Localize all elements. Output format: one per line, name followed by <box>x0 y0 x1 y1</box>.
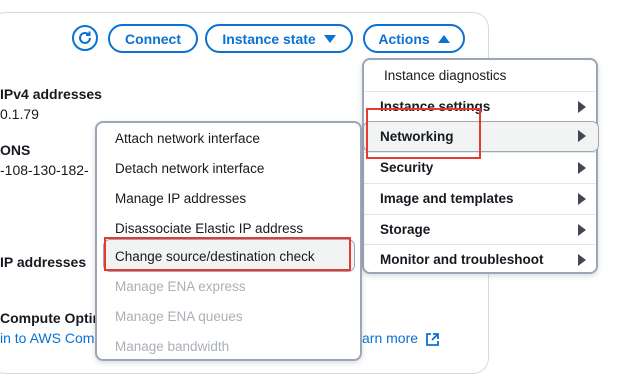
learn-more-label: arn more <box>362 330 419 346</box>
instance-state-button[interactable]: Instance state <box>205 24 353 53</box>
chevron-right-icon <box>578 192 586 205</box>
chevron-right-icon <box>578 130 586 142</box>
menu-item-image-templates[interactable]: Image and templates <box>364 183 596 213</box>
chevron-right-icon <box>578 100 586 113</box>
actions-dropdown-menu: Instance diagnostics Instance settings N… <box>362 58 599 274</box>
menu-item-security[interactable]: Security <box>364 152 596 182</box>
menu-item-label: Monitor and troubleshoot <box>380 252 544 267</box>
dns-value: -108-130-182- <box>0 162 89 178</box>
connect-button[interactable]: Connect <box>108 24 198 53</box>
refresh-button[interactable] <box>72 25 98 51</box>
submenu-item-change-source-destination-check[interactable]: Change source/destination check <box>97 241 360 271</box>
connect-label: Connect <box>125 30 181 47</box>
instance-toolbar: Connect Instance state Actions <box>0 24 617 56</box>
submenu-item-label: Disassociate Elastic IP address <box>115 220 304 236</box>
ip-addresses-heading: IP addresses <box>0 254 87 270</box>
menu-item-storage[interactable]: Storage <box>364 214 596 244</box>
chevron-right-icon <box>578 253 586 266</box>
menu-item-label: Storage <box>380 222 431 237</box>
menu-item-label: Networking <box>380 128 454 144</box>
chevron-right-icon <box>578 161 586 174</box>
menu-item-instance-diagnostics[interactable]: Instance diagnostics <box>364 60 596 90</box>
menu-item-label: Instance diagnostics <box>384 67 507 83</box>
chevron-right-icon <box>578 223 586 236</box>
menu-item-networking[interactable]: Networking <box>364 121 596 151</box>
submenu-item-manage-ip-addresses[interactable]: Manage IP addresses <box>97 183 360 213</box>
submenu-item-label: Manage ENA express <box>115 278 246 294</box>
caret-up-icon <box>437 34 450 43</box>
compute-optimizer-heading: Compute Optimi <box>0 310 109 326</box>
compute-optimizer-link[interactable]: in to AWS Comp <box>0 330 102 346</box>
instance-state-label: Instance state <box>222 30 316 47</box>
submenu-item-label: Detach network interface <box>115 160 265 176</box>
actions-label: Actions <box>378 30 430 47</box>
external-link-icon <box>426 332 439 346</box>
menu-item-monitor-troubleshoot[interactable]: Monitor and troubleshoot <box>364 244 596 274</box>
menu-item-label: Security <box>380 160 434 175</box>
ipv4-value: 0.1.79 <box>0 106 39 122</box>
ipv4-heading: IPv4 addresses <box>0 86 102 102</box>
submenu-item-label: Change source/destination check <box>115 248 315 264</box>
submenu-item-manage-ena-express: Manage ENA express <box>97 271 360 301</box>
dns-heading: ONS <box>0 142 31 158</box>
submenu-item-label: Manage bandwidth <box>115 338 230 354</box>
submenu-item-manage-ena-queues: Manage ENA queues <box>97 301 360 331</box>
submenu-item-label: Attach network interface <box>115 130 260 146</box>
submenu-item-detach-network-interface[interactable]: Detach network interface <box>97 153 360 183</box>
refresh-icon <box>79 31 91 44</box>
actions-button[interactable]: Actions <box>363 24 465 53</box>
menu-item-label: Instance settings <box>380 99 491 114</box>
submenu-item-manage-bandwidth: Manage bandwidth <box>97 331 360 359</box>
menu-item-label: Image and templates <box>380 191 514 206</box>
submenu-item-label: Manage IP addresses <box>115 190 247 206</box>
submenu-item-attach-network-interface[interactable]: Attach network interface <box>97 123 360 153</box>
networking-submenu: Attach network interface Detach network … <box>95 121 362 361</box>
submenu-item-label: Manage ENA queues <box>115 308 243 324</box>
menu-item-instance-settings[interactable]: Instance settings <box>364 91 596 121</box>
caret-down-icon <box>323 34 336 43</box>
learn-more-link[interactable]: arn more <box>362 330 439 346</box>
